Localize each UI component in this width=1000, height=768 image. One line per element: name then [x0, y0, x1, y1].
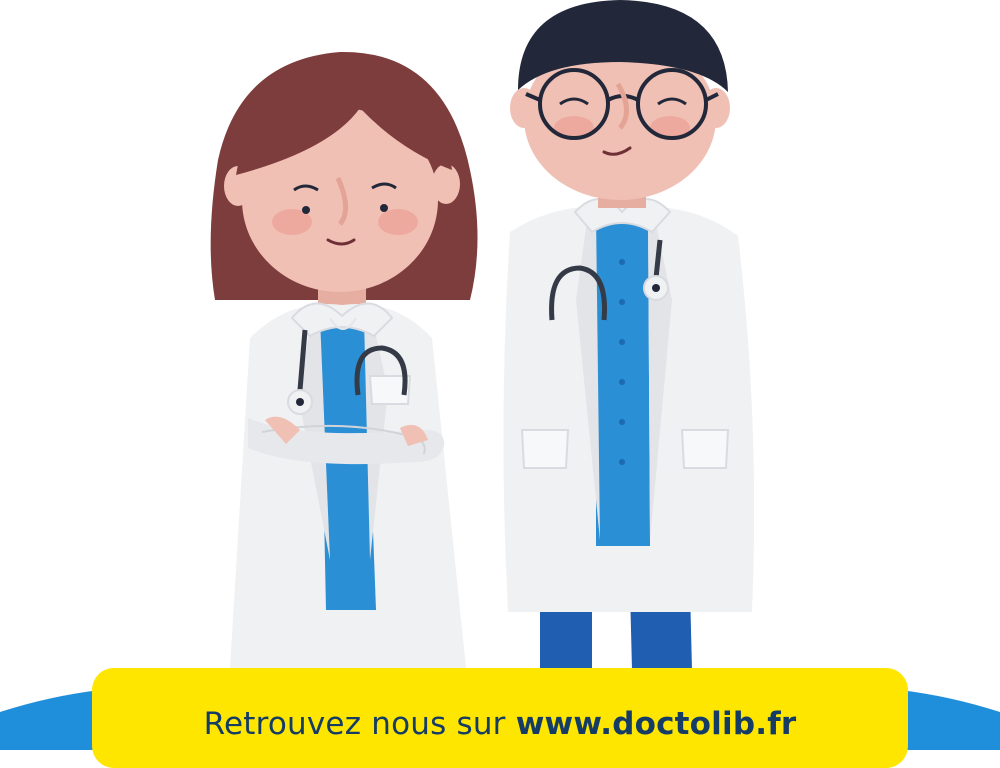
cta-banner[interactable]: Retrouvez nous sur www.doctolib.fr — [92, 668, 908, 768]
male-doctor — [503, 0, 755, 670]
blue-wave-right — [900, 690, 1000, 750]
female-doctor — [210, 51, 478, 670]
cta-link[interactable]: www.doctolib.fr — [516, 706, 797, 742]
cta-text: Retrouvez nous sur — [203, 706, 516, 742]
blue-wave-left — [0, 690, 100, 750]
doctors-illustration — [0, 0, 1000, 750]
